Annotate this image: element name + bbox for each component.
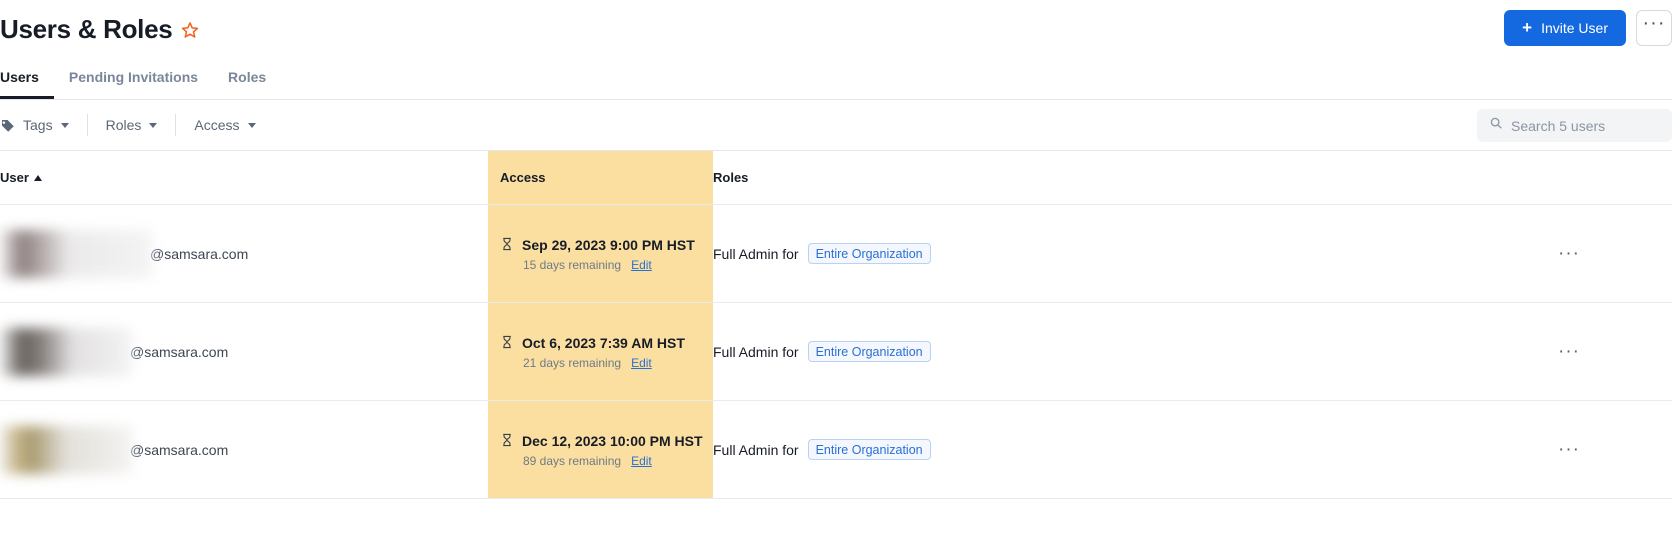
tab-roles[interactable]: Roles	[213, 69, 281, 99]
redacted-user-identity	[0, 328, 132, 376]
column-header-user[interactable]: User	[0, 170, 488, 185]
hourglass-icon	[500, 236, 514, 254]
roles-text: Full Admin for	[713, 344, 799, 360]
access-cell: Dec 12, 2023 10:00 PM HST 89 days remain…	[488, 432, 713, 468]
tab-bar: Users Pending Invitations Roles	[0, 58, 1672, 100]
search-input[interactable]: Search 5 users	[1477, 109, 1672, 142]
page-title: Users & Roles	[0, 16, 172, 42]
user-cell: @samsara.com	[0, 328, 488, 376]
filter-group: Tags Roles Access	[0, 113, 274, 137]
table-row[interactable]: @samsara.com Oct 6, 2023 7:39 AM HST 21 …	[0, 303, 1672, 401]
user-cell: @samsara.com	[0, 230, 488, 278]
tab-pending-invitations[interactable]: Pending Invitations	[54, 69, 213, 99]
users-table: User Access Roles @samsara.com Sep 29, 2…	[0, 151, 1672, 499]
chevron-down-icon	[248, 123, 256, 128]
access-expiry-date: Oct 6, 2023 7:39 AM HST	[522, 335, 685, 351]
access-expiry-date: Sep 29, 2023 9:00 PM HST	[522, 237, 695, 253]
invite-user-label: Invite User	[1541, 20, 1608, 36]
access-cell: Sep 29, 2023 9:00 PM HST 15 days remaini…	[488, 236, 713, 272]
plus-icon: +	[1522, 19, 1532, 36]
tag-icon	[0, 118, 15, 133]
page-header: Users & Roles + Invite User ···	[0, 0, 1672, 58]
access-expiry-date: Dec 12, 2023 10:00 PM HST	[522, 433, 703, 449]
access-subline: 15 days remaining Edit	[500, 258, 713, 272]
redacted-user-identity	[0, 426, 132, 474]
filter-access[interactable]: Access	[176, 113, 273, 137]
column-header-roles: Roles	[713, 170, 1413, 185]
access-expiry: Dec 12, 2023 10:00 PM HST	[500, 432, 713, 450]
roles-text: Full Admin for	[713, 442, 799, 458]
star-icon[interactable]	[181, 21, 199, 39]
redacted-user-identity	[0, 230, 152, 278]
table-row[interactable]: @samsara.com Dec 12, 2023 10:00 PM HST 8…	[0, 401, 1672, 499]
header-actions: + Invite User ···	[1504, 10, 1672, 46]
filter-roles-label: Roles	[106, 117, 142, 133]
roles-cell: Full Admin for Entire Organization	[713, 243, 1413, 264]
filter-toolbar: Tags Roles Access Search 5 users	[0, 100, 1672, 151]
hourglass-icon	[500, 432, 514, 450]
header-overflow-button[interactable]: ···	[1636, 10, 1672, 46]
roles-cell: Full Admin for Entire Organization	[713, 439, 1413, 460]
roles-scope-badge[interactable]: Entire Organization	[808, 243, 931, 264]
column-header-roles-label: Roles	[713, 170, 748, 185]
user-cell: @samsara.com	[0, 426, 488, 474]
access-days-remaining: 89 days remaining	[523, 454, 621, 468]
filter-access-label: Access	[194, 117, 239, 133]
column-header-user-label: User	[0, 170, 29, 185]
search-placeholder: Search 5 users	[1511, 118, 1605, 134]
user-email-suffix: @samsara.com	[130, 442, 228, 458]
title-group: Users & Roles	[0, 16, 199, 42]
sort-ascending-icon	[34, 175, 42, 181]
chevron-down-icon	[61, 123, 69, 128]
hourglass-icon	[500, 334, 514, 352]
access-expiry: Sep 29, 2023 9:00 PM HST	[500, 236, 713, 254]
chevron-down-icon	[149, 123, 157, 128]
access-subline: 89 days remaining Edit	[500, 454, 713, 468]
column-header-access[interactable]: Access	[488, 170, 713, 185]
access-subline: 21 days remaining Edit	[500, 356, 713, 370]
filter-tags[interactable]: Tags	[0, 113, 87, 137]
roles-scope-badge[interactable]: Entire Organization	[808, 439, 931, 460]
access-days-remaining: 21 days remaining	[523, 356, 621, 370]
access-expiry: Oct 6, 2023 7:39 AM HST	[500, 334, 713, 352]
invite-user-button[interactable]: + Invite User	[1504, 10, 1626, 46]
table-header-row: User Access Roles	[0, 151, 1672, 205]
edit-access-link[interactable]: Edit	[631, 258, 652, 272]
filter-tags-label: Tags	[23, 117, 53, 133]
search-icon	[1489, 116, 1503, 135]
user-email-suffix: @samsara.com	[150, 246, 248, 262]
roles-text: Full Admin for	[713, 246, 799, 262]
roles-cell: Full Admin for Entire Organization	[713, 341, 1413, 362]
user-email-suffix: @samsara.com	[130, 344, 228, 360]
filter-roles[interactable]: Roles	[88, 113, 176, 137]
tab-users[interactable]: Users	[0, 69, 54, 99]
access-days-remaining: 15 days remaining	[523, 258, 621, 272]
table-row[interactable]: @samsara.com Sep 29, 2023 9:00 PM HST 15…	[0, 205, 1672, 303]
roles-scope-badge[interactable]: Entire Organization	[808, 341, 931, 362]
access-cell: Oct 6, 2023 7:39 AM HST 21 days remainin…	[488, 334, 713, 370]
edit-access-link[interactable]: Edit	[631, 356, 652, 370]
edit-access-link[interactable]: Edit	[631, 454, 652, 468]
